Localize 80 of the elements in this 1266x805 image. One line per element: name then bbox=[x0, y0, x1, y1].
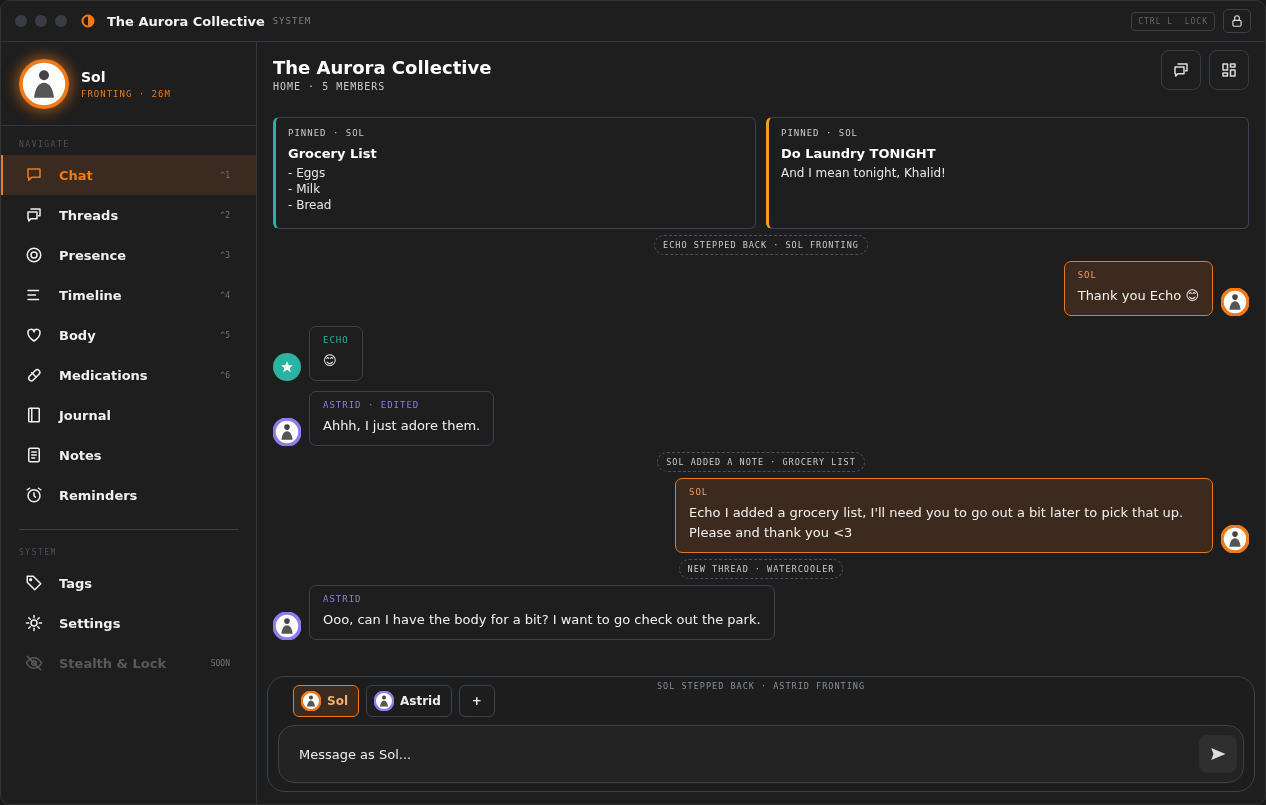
send-button[interactable] bbox=[1199, 735, 1237, 773]
event-text: SOL STEPPED BACK · ASTRID FRONTING bbox=[657, 681, 865, 691]
note-line: - Milk bbox=[288, 181, 322, 197]
note-line: - Eggs bbox=[288, 165, 327, 181]
message-author: ECHO bbox=[323, 335, 349, 345]
eye-slash-icon bbox=[25, 654, 43, 672]
section-heading: NAVIGATE bbox=[18, 139, 71, 151]
nav-item[interactable]: Timeline ^4 bbox=[1, 275, 256, 315]
pill-icon bbox=[25, 366, 43, 384]
shortcut-hint: ^1 bbox=[220, 170, 230, 180]
profile-status: FRONTING · 26M bbox=[81, 88, 171, 99]
profile-name: Sol bbox=[81, 68, 107, 85]
message-author: SOL bbox=[1077, 270, 1098, 280]
message-field[interactable]: Message as Sol... bbox=[278, 725, 1244, 783]
nav-item[interactable]: Notes bbox=[1, 435, 256, 475]
window-subtitle: SYSTEM bbox=[272, 16, 312, 26]
note-meta: PINNED · SOL bbox=[781, 128, 860, 138]
star-avatar bbox=[273, 353, 301, 381]
message-author: ASTRID · EDITED bbox=[323, 400, 421, 410]
pinned-note[interactable]: PINNED · SOL Grocery List - Eggs - Milk - Bread bbox=[273, 117, 756, 229]
alarm-clock-icon bbox=[25, 486, 43, 504]
nav-item[interactable]: Reminders bbox=[1, 475, 256, 515]
shortcut-hint: ^2 bbox=[220, 210, 230, 220]
sun-icon bbox=[25, 614, 43, 632]
layout-button[interactable] bbox=[1209, 50, 1249, 90]
lock-button[interactable] bbox=[1223, 9, 1251, 33]
target-icon bbox=[25, 246, 43, 264]
page-title: The Aurora Collective bbox=[273, 57, 492, 78]
avatar bbox=[1221, 525, 1249, 553]
window-title: The Aurora Collective bbox=[107, 13, 265, 29]
document-icon bbox=[25, 446, 43, 464]
half-circle-icon bbox=[81, 14, 95, 28]
avatar bbox=[273, 612, 301, 640]
note-meta: PINNED · SOL bbox=[288, 128, 367, 138]
message-text: Ahhh, I just adore them. bbox=[323, 417, 481, 435]
threads-icon bbox=[1172, 61, 1190, 79]
nav-item[interactable]: Settings bbox=[1, 603, 256, 643]
grid-icon bbox=[1220, 61, 1238, 79]
nav-item[interactable]: Tags bbox=[1, 563, 256, 603]
nav-item[interactable]: Threads ^2 bbox=[1, 195, 256, 235]
profile-card[interactable]: Sol FRONTING · 26M bbox=[1, 42, 256, 126]
nav-item[interactable]: Chat ^1 bbox=[1, 155, 256, 195]
threads-button[interactable] bbox=[1161, 50, 1201, 90]
pinned-note[interactable]: PINNED · SOL Do Laundry TONIGHT And I mean tonight, Khalid! bbox=[766, 117, 1249, 229]
shortcut-hint: SOON bbox=[210, 658, 230, 668]
nav-item[interactable]: Medications ^6 bbox=[1, 355, 256, 395]
add-member-button[interactable]: + bbox=[458, 685, 495, 717]
shortcut-hint: CTRL L LOCK bbox=[1131, 11, 1215, 31]
message-text: Echo I added a grocery list, I'll need you to go out a bit later to pick that up. Please and thank you <3 bbox=[689, 504, 1185, 542]
note-line: - Bread bbox=[288, 197, 333, 213]
note-line: And I mean tonight, Khalid! bbox=[781, 165, 947, 181]
note-title: Do Laundry TONIGHT bbox=[781, 146, 937, 161]
book-icon bbox=[25, 406, 43, 424]
shortcut-hint: ^5 bbox=[220, 330, 230, 340]
note-title: Grocery List bbox=[288, 146, 378, 161]
send-icon bbox=[1209, 745, 1227, 763]
message-author: SOL bbox=[689, 487, 710, 497]
message-text: Thank you Echo 😊 bbox=[1077, 287, 1199, 305]
profile-avatar bbox=[19, 58, 69, 109]
nav-item[interactable]: Body ^5 bbox=[1, 315, 256, 355]
lock-icon bbox=[1230, 14, 1244, 28]
avatar bbox=[1221, 288, 1249, 316]
member-chip[interactable]: Astrid bbox=[366, 685, 452, 717]
member-chip[interactable]: Sol bbox=[293, 685, 359, 717]
heart-icon bbox=[25, 326, 43, 344]
shortcut-hint: ^3 bbox=[220, 250, 230, 260]
message-author: ASTRID bbox=[323, 594, 363, 604]
message-text: 😊 bbox=[323, 352, 338, 370]
avatar bbox=[273, 418, 301, 446]
nav-item[interactable]: Presence ^3 bbox=[1, 235, 256, 275]
nav-item[interactable]: Journal bbox=[1, 395, 256, 435]
page-subtitle: HOME · 5 MEMBERS bbox=[273, 81, 387, 92]
threads-icon bbox=[25, 206, 43, 224]
shortcut-hint: ^6 bbox=[220, 370, 230, 380]
tag-icon bbox=[25, 574, 43, 592]
shortcut-hint: ^4 bbox=[220, 290, 230, 300]
message-text: Ooo, can I have the body for a bit? I want to go check out the park. bbox=[323, 611, 761, 629]
chat-bubble-icon bbox=[25, 166, 43, 184]
section-heading: SYSTEM bbox=[18, 547, 58, 559]
message-input[interactable]: Message as Sol... bbox=[297, 745, 1199, 763]
